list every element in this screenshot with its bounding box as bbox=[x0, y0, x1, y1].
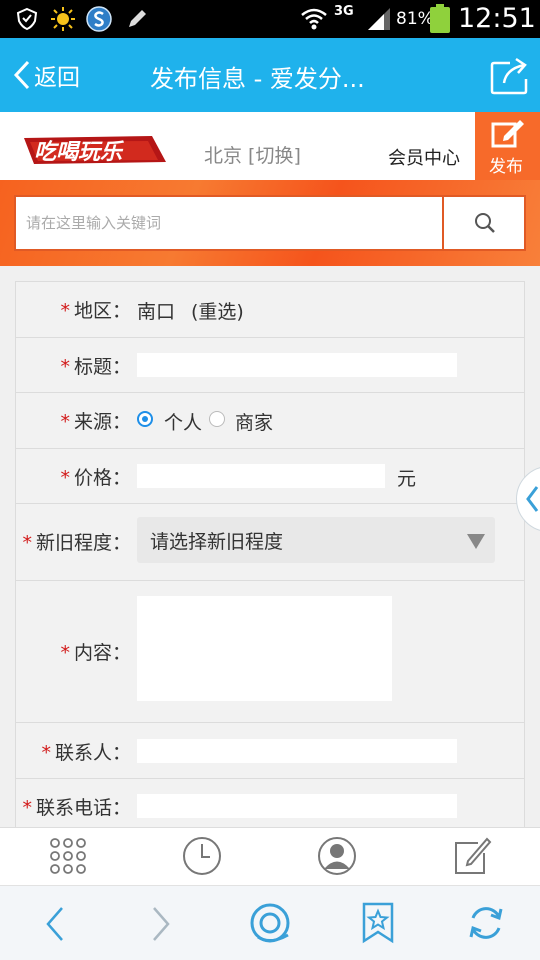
site-header: 吃喝玩乐 北京 [切换] 会员中心 发布 bbox=[0, 112, 540, 180]
content-label: * 内容： bbox=[60, 638, 131, 665]
signal-icon bbox=[368, 8, 390, 30]
price-input[interactable] bbox=[137, 464, 385, 488]
title-label: * 标题： bbox=[60, 352, 131, 379]
dropdown-arrow-icon bbox=[467, 534, 485, 549]
back-label: 返回 bbox=[34, 65, 80, 91]
bookmark-star-icon[interactable] bbox=[360, 901, 396, 945]
user-avatar-icon[interactable] bbox=[317, 836, 357, 876]
region-label-text: 地区： bbox=[73, 300, 131, 322]
search-box bbox=[14, 195, 526, 251]
search-input[interactable] bbox=[16, 197, 442, 249]
region-label: * 地区： bbox=[60, 296, 131, 323]
edit-icon bbox=[491, 120, 524, 148]
contact-label-text: 联系人： bbox=[54, 742, 131, 764]
title-label-text: 标题： bbox=[73, 356, 131, 378]
publish-form: * 地区： 南口 (重选) * 标题： * 来源： 个人 商家 * 价格： 元 * 新旧程… bbox=[15, 281, 525, 827]
phone-input[interactable] bbox=[137, 794, 457, 818]
source-label-text: 来源： bbox=[73, 411, 131, 433]
publish-label: 发布 bbox=[489, 157, 523, 177]
publish-button[interactable]: 发布 bbox=[475, 112, 540, 180]
refresh-icon[interactable] bbox=[466, 902, 506, 944]
battery-icon bbox=[430, 4, 450, 33]
title-row: * 标题： bbox=[16, 338, 524, 393]
phone-label-text: 联系电话： bbox=[35, 797, 131, 819]
required-mark: * bbox=[22, 797, 32, 819]
source-radio-merchant[interactable] bbox=[209, 411, 225, 427]
source-row: * 来源： 个人 商家 bbox=[16, 393, 524, 449]
required-mark: * bbox=[60, 642, 70, 664]
back-arrow-icon[interactable] bbox=[40, 904, 70, 944]
content-row: * 内容： bbox=[16, 581, 524, 723]
source-label: * 来源： bbox=[60, 407, 131, 434]
content-label-text: 内容： bbox=[73, 642, 131, 664]
chevron-left-icon bbox=[13, 60, 30, 90]
share-icon[interactable] bbox=[490, 57, 530, 95]
condition-select[interactable]: 请选择新旧程度 bbox=[137, 517, 495, 563]
source-radio-personal[interactable] bbox=[137, 411, 153, 427]
site-logo[interactable]: 吃喝玩乐 bbox=[24, 132, 166, 168]
s-app-icon bbox=[86, 6, 112, 32]
required-mark: * bbox=[60, 467, 70, 489]
apps-grid-icon[interactable] bbox=[49, 837, 87, 875]
source-option-merchant[interactable]: 商家 bbox=[235, 408, 273, 435]
price-row: * 价格： 元 bbox=[16, 449, 524, 504]
search-button[interactable] bbox=[444, 197, 526, 249]
required-mark: * bbox=[22, 532, 32, 554]
price-label-text: 价格： bbox=[73, 467, 131, 489]
forward-arrow-icon[interactable] bbox=[146, 904, 176, 944]
region-row: * 地区： 南口 (重选) bbox=[16, 282, 524, 338]
condition-label: * 新旧程度： bbox=[22, 528, 131, 555]
contact-label: * 联系人： bbox=[41, 738, 131, 765]
price-unit: 元 bbox=[397, 468, 417, 490]
clock-time: 12:51 bbox=[458, 3, 536, 34]
browser-home-icon[interactable] bbox=[248, 901, 292, 945]
status-bar: 3G 81% 12:51 bbox=[0, 0, 540, 38]
condition-selected-text: 请选择新旧程度 bbox=[150, 531, 284, 553]
city-switch[interactable]: 北京 [切换] bbox=[204, 141, 301, 168]
back-button[interactable]: 返回 bbox=[12, 58, 80, 92]
member-center-link[interactable]: 会员中心 bbox=[388, 144, 460, 170]
page-title: 发布信息 - 爱发分... bbox=[150, 65, 365, 93]
phone-label: * 联系电话： bbox=[22, 793, 131, 820]
content-textarea[interactable] bbox=[137, 596, 392, 701]
network-type: 3G bbox=[334, 4, 354, 19]
contact-row: * 联系人： bbox=[16, 723, 524, 779]
battery-percent: 81% bbox=[396, 9, 434, 29]
sun-icon bbox=[51, 7, 75, 31]
shield-check-icon bbox=[16, 7, 38, 31]
required-mark: * bbox=[60, 411, 70, 433]
chevron-left-icon bbox=[526, 486, 539, 512]
logo-text: 吃喝玩乐 bbox=[34, 139, 124, 165]
search-icon bbox=[475, 213, 495, 233]
browser-toolbar bbox=[0, 885, 540, 960]
source-option-personal[interactable]: 个人 bbox=[164, 408, 202, 435]
app-toolbar bbox=[0, 827, 540, 885]
region-value: 南口 bbox=[137, 301, 176, 323]
title-input[interactable] bbox=[137, 353, 457, 377]
price-label: * 价格： bbox=[60, 463, 131, 490]
wifi-icon bbox=[301, 8, 327, 30]
pencil-icon bbox=[129, 10, 146, 27]
edit-note-icon[interactable] bbox=[452, 835, 492, 877]
contact-input[interactable] bbox=[137, 739, 457, 763]
history-clock-icon[interactable] bbox=[182, 836, 222, 876]
search-band bbox=[0, 180, 540, 266]
condition-row: * 新旧程度： 请选择新旧程度 bbox=[16, 504, 524, 581]
required-mark: * bbox=[60, 300, 70, 322]
required-mark: * bbox=[41, 742, 51, 764]
phone-row: * 联系电话： bbox=[16, 779, 524, 827]
condition-label-text: 新旧程度： bbox=[35, 532, 131, 554]
title-bar: 返回 发布信息 - 爱发分... bbox=[0, 38, 540, 112]
region-reselect-link[interactable]: (重选) bbox=[191, 297, 244, 324]
required-mark: * bbox=[60, 356, 70, 378]
